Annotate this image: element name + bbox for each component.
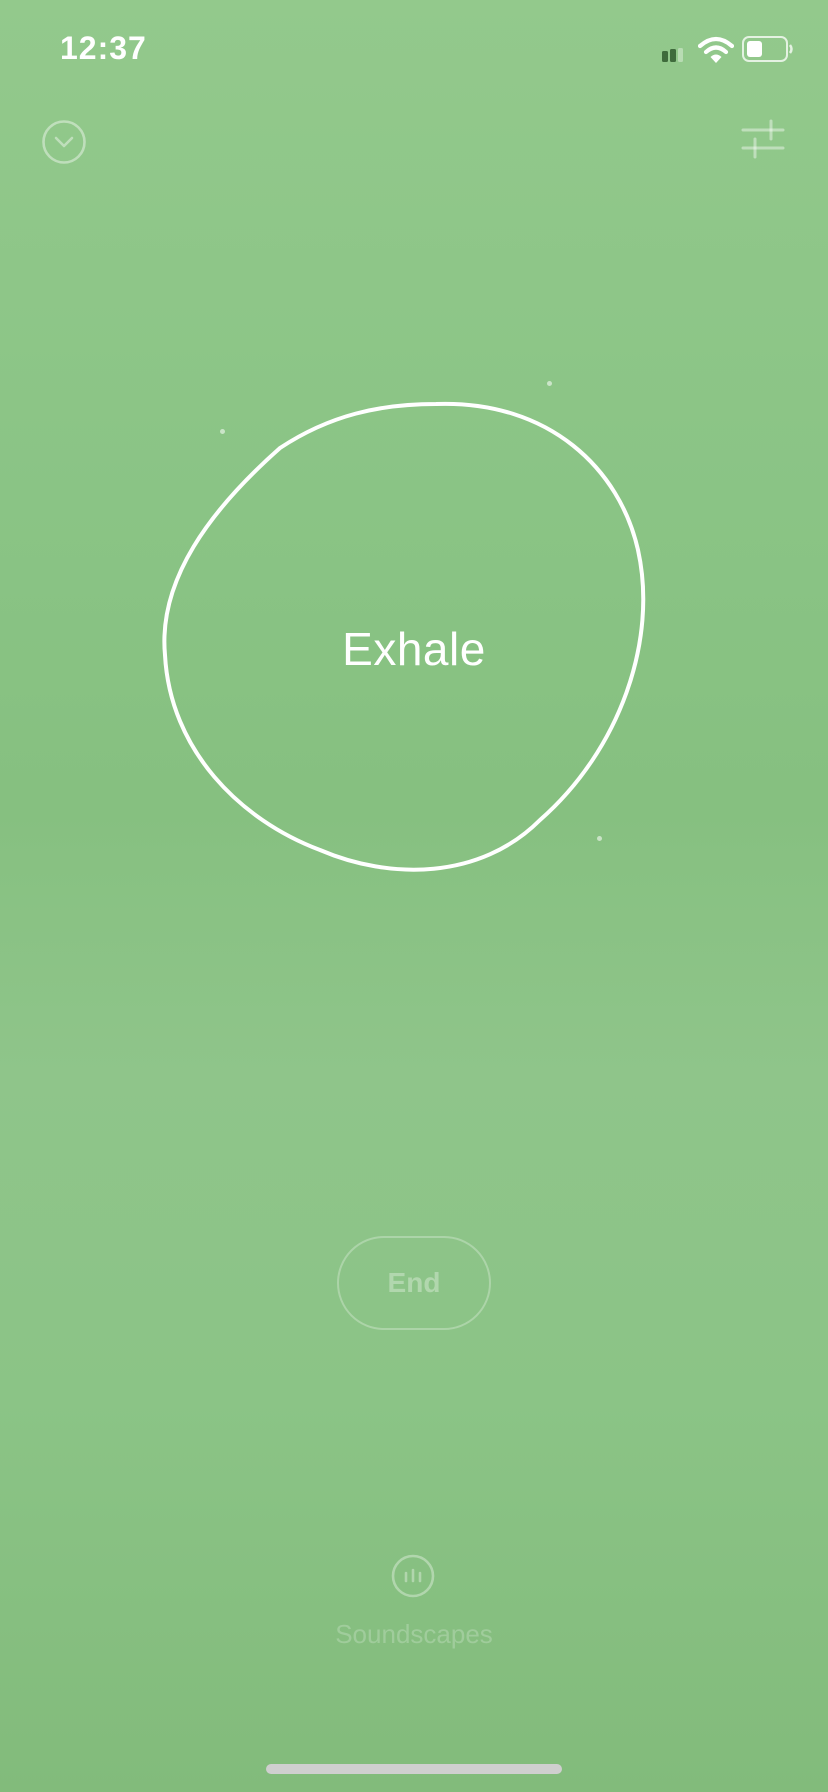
wifi-icon [698,36,734,63]
status-time: 12:37 [60,30,147,66]
status-bar: 12:37 [0,0,828,100]
home-indicator[interactable] [266,1764,562,1774]
chevron-down-circle-icon[interactable] [40,118,88,166]
signal-icon [662,48,683,62]
particle-dot [547,381,552,386]
soundscapes-icon [391,1554,435,1598]
sliders-icon[interactable] [740,118,786,160]
end-button[interactable]: End [337,1236,491,1330]
soundscapes-label: Soundscapes [335,1619,493,1649]
battery-icon [742,36,793,62]
breath-phase-label: Exhale [342,623,486,675]
